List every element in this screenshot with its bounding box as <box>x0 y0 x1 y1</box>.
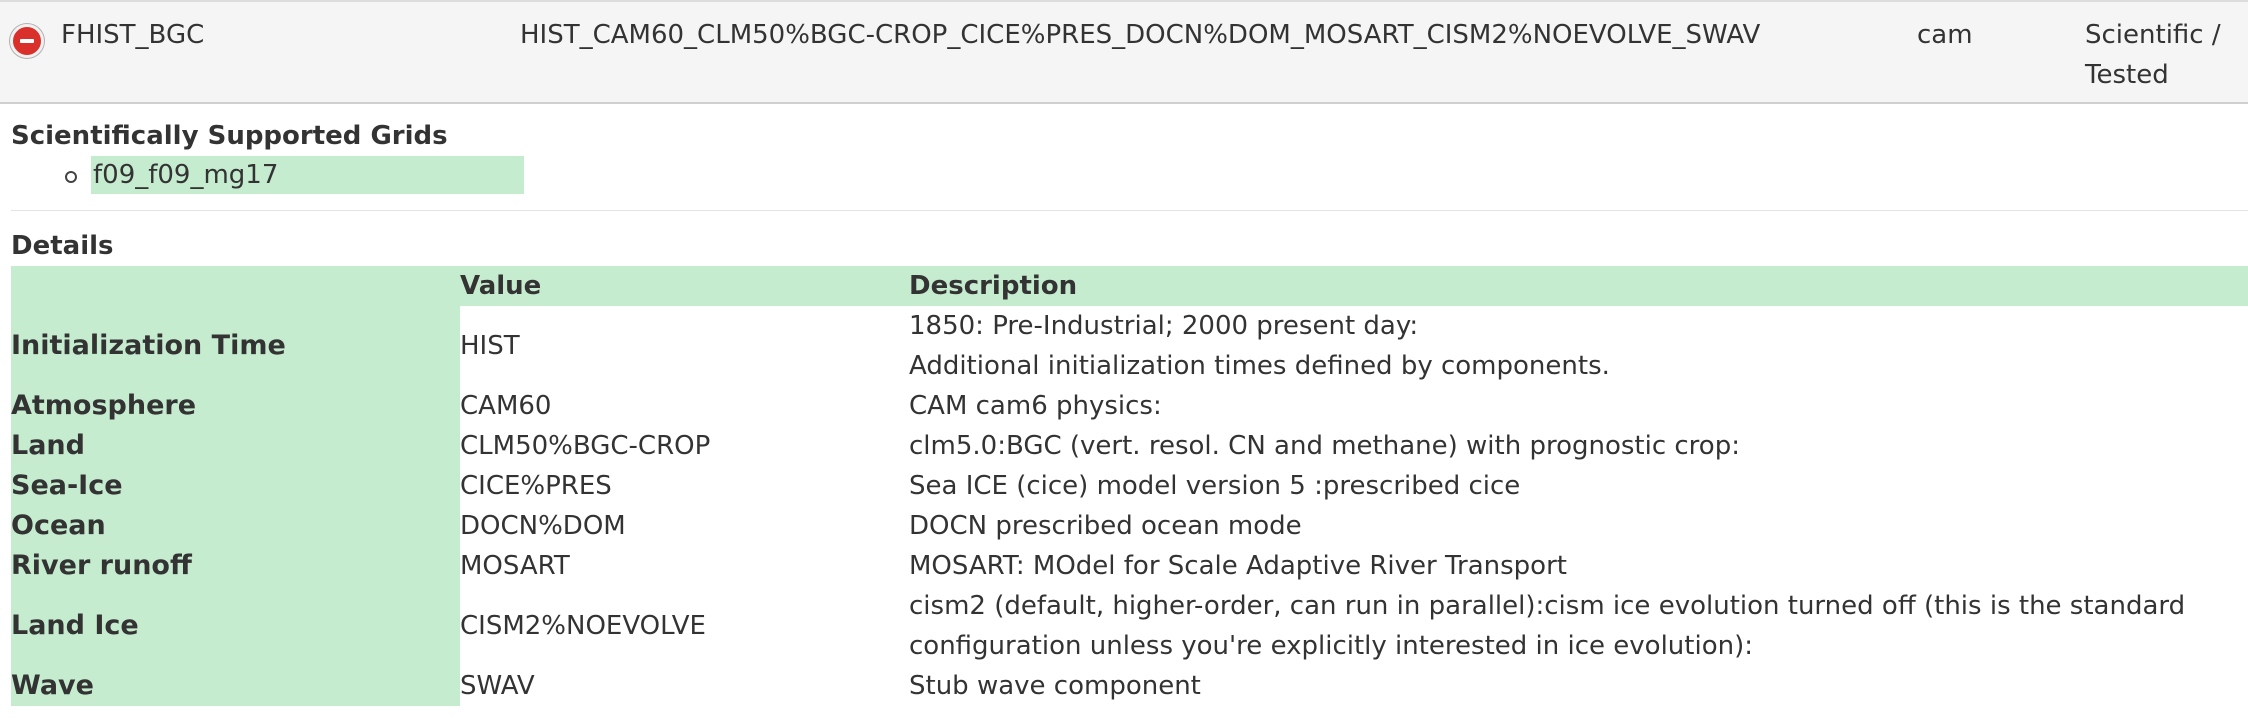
row-value: CICE%PRES <box>460 471 612 501</box>
row-description: Sea ICE (cice) model version 5 :prescrib… <box>909 471 1521 501</box>
row-value: SWAV <box>460 671 535 701</box>
row-name: Sea-Ice <box>11 470 123 501</box>
table-row: Wave SWAV Stub wave component <box>11 666 2248 706</box>
bullet-icon <box>65 171 77 183</box>
row-description: CAM cam6 physics: <box>909 391 1162 421</box>
row-description: DOCN prescribed ocean mode <box>909 511 1302 541</box>
row-description: MOSART: MOdel for Scale Adaptive River T… <box>909 551 1567 581</box>
table-row: Atmosphere CAM60 CAM cam6 physics: <box>11 386 2248 426</box>
row-name: Ocean <box>11 510 106 541</box>
row-value: CAM60 <box>460 391 552 421</box>
table-row: River runoff MOSART MOSART: MOdel for Sc… <box>11 546 2248 586</box>
compset-longname: HIST_CAM60_CLM50%BGC-CROP_CICE%PRES_DOCN… <box>520 20 1761 50</box>
compset-row[interactable]: FHIST_BGC HIST_CAM60_CLM50%BGC-CROP_CICE… <box>0 0 2248 104</box>
table-row: Sea-Ice CICE%PRES Sea ICE (cice) model v… <box>11 466 2248 506</box>
table-row: Land CLM50%BGC-CROP clm5.0:BGC (vert. re… <box>11 426 2248 466</box>
collapse-icon[interactable] <box>10 24 44 58</box>
compset-name: FHIST_BGC <box>61 20 205 50</box>
grids-title: Scientifically Supported Grids <box>11 121 448 151</box>
divider <box>11 210 2248 211</box>
row-name: Atmosphere <box>11 390 197 421</box>
row-description: cism2 (default, higher-order, can run in… <box>909 591 2186 661</box>
details-table-header: Value Description <box>11 266 2248 306</box>
compset-status: Scientific / Tested <box>2085 20 2221 90</box>
header-value: Value <box>460 271 542 301</box>
row-value: CLM50%BGC-CROP <box>460 431 711 461</box>
row-description: clm5.0:BGC (vert. resol. CN and methane)… <box>909 431 1740 461</box>
row-name: Initialization Time <box>11 330 286 361</box>
row-name: Land <box>11 430 85 461</box>
row-value: HIST <box>460 331 520 361</box>
details-title: Details <box>11 231 114 261</box>
header-description: Description <box>909 271 1078 301</box>
row-value: MOSART <box>460 551 570 581</box>
row-name: Wave <box>11 670 94 701</box>
minus-icon <box>20 39 34 43</box>
row-description: 1850: Pre-Industrial; 2000 present day: … <box>909 311 1610 381</box>
compset-component: cam <box>1917 20 1973 50</box>
row-name: River runoff <box>11 550 192 581</box>
row-name: Land Ice <box>11 610 139 641</box>
row-description: Stub wave component <box>909 671 1201 701</box>
table-row: Land Ice CISM2%NOEVOLVE cism2 (default, … <box>11 586 2248 666</box>
grid-item: f09_f09_mg17 <box>91 156 524 194</box>
table-row: Ocean DOCN%DOM DOCN prescribed ocean mod… <box>11 506 2248 546</box>
row-value: CISM2%NOEVOLVE <box>460 611 706 641</box>
table-row: Initialization Time HIST 1850: Pre-Indus… <box>11 306 2248 386</box>
row-value: DOCN%DOM <box>460 511 626 541</box>
